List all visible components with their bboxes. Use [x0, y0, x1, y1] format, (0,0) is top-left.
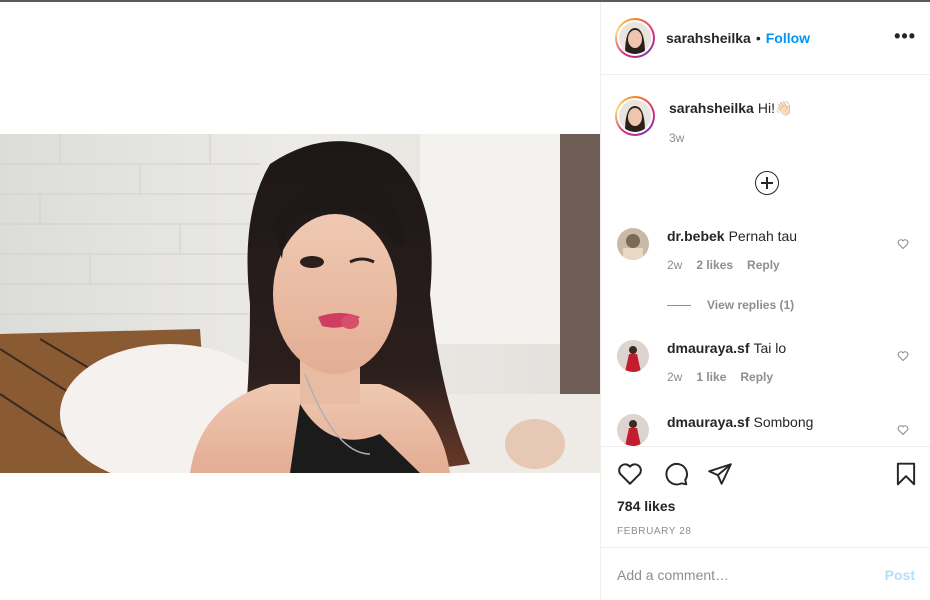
replies-divider: [667, 304, 691, 306]
heart-icon[interactable]: [617, 461, 643, 487]
comment-username[interactable]: dmauraya.sf: [667, 340, 749, 356]
author-username[interactable]: sarahsheilka: [666, 30, 751, 46]
reply-button[interactable]: Reply: [747, 258, 780, 272]
comment-age[interactable]: 2w: [667, 370, 682, 384]
comment-text: Sombong: [753, 414, 814, 430]
comment-username[interactable]: dr.bebek: [667, 228, 725, 244]
avatar-image: [617, 340, 649, 372]
post-date[interactable]: FEBRUARY 28: [617, 526, 692, 537]
bookmark-icon[interactable]: [893, 461, 919, 487]
comment-item: dr.bebek Pernah tau 2w 2 likes Reply: [617, 228, 917, 272]
post-actions: 784 likes FEBRUARY 28: [601, 446, 930, 548]
like-comment-heart-icon[interactable]: [897, 424, 909, 436]
follow-button[interactable]: Follow: [766, 30, 810, 46]
post-sidebar: sarahsheilka • Follow ••• sarahsheilka H…: [600, 2, 930, 600]
paper-plane-icon[interactable]: [707, 461, 733, 487]
post-photo[interactable]: [0, 134, 600, 473]
caption-avatar[interactable]: [615, 96, 655, 136]
comment-text: Pernah tau: [728, 228, 798, 244]
comment-item: dmauraya.sf Tai lo 2w 1 like Reply: [617, 340, 917, 384]
author-avatar[interactable]: [615, 18, 655, 58]
avatar-image: [617, 228, 649, 260]
more-options-icon[interactable]: •••: [894, 27, 916, 45]
comments-list: sarahsheilka Hi!👋🏻 3w dr.bebek Pernah tau: [601, 76, 930, 446]
post-viewer: sarahsheilka • Follow ••• sarahsheilka H…: [0, 0, 930, 600]
commenter-avatar[interactable]: [617, 414, 649, 446]
commenter-avatar[interactable]: [617, 340, 649, 372]
view-replies-button[interactable]: View replies (1): [667, 298, 794, 312]
view-replies-label: View replies (1): [707, 298, 795, 312]
media-area: [0, 2, 600, 600]
comment-likes[interactable]: 1 like: [696, 370, 726, 384]
post-comment-button[interactable]: Post: [885, 567, 915, 583]
reply-button[interactable]: Reply: [740, 370, 773, 384]
comment-username[interactable]: dmauraya.sf: [667, 414, 749, 430]
caption-username[interactable]: sarahsheilka: [669, 100, 754, 116]
avatar-image: [619, 22, 651, 54]
avatar-image: [617, 414, 649, 446]
likes-count[interactable]: 784 likes: [617, 498, 675, 514]
comment-age[interactable]: 2w: [667, 258, 682, 272]
commenter-avatar[interactable]: [617, 228, 649, 260]
avatar-image: [619, 100, 651, 132]
like-comment-heart-icon[interactable]: [897, 238, 909, 250]
post-header: sarahsheilka • Follow •••: [601, 2, 930, 75]
comment-text: Tai lo: [753, 340, 787, 356]
caption-text: Hi!👋🏻: [757, 100, 793, 116]
comment-input[interactable]: [617, 567, 885, 583]
comment-icon[interactable]: [663, 461, 689, 487]
add-comment-bar: Post: [601, 549, 930, 600]
photo-illustration: [0, 134, 600, 473]
separator-dot: •: [755, 30, 761, 46]
like-comment-heart-icon[interactable]: [897, 350, 909, 362]
caption-age[interactable]: 3w: [669, 131, 684, 145]
load-more-comments-icon[interactable]: [755, 171, 779, 195]
comment-likes[interactable]: 2 likes: [696, 258, 733, 272]
comment-item: dmauraya.sf Sombong: [617, 414, 917, 446]
caption: sarahsheilka Hi!👋🏻 3w: [615, 96, 792, 145]
